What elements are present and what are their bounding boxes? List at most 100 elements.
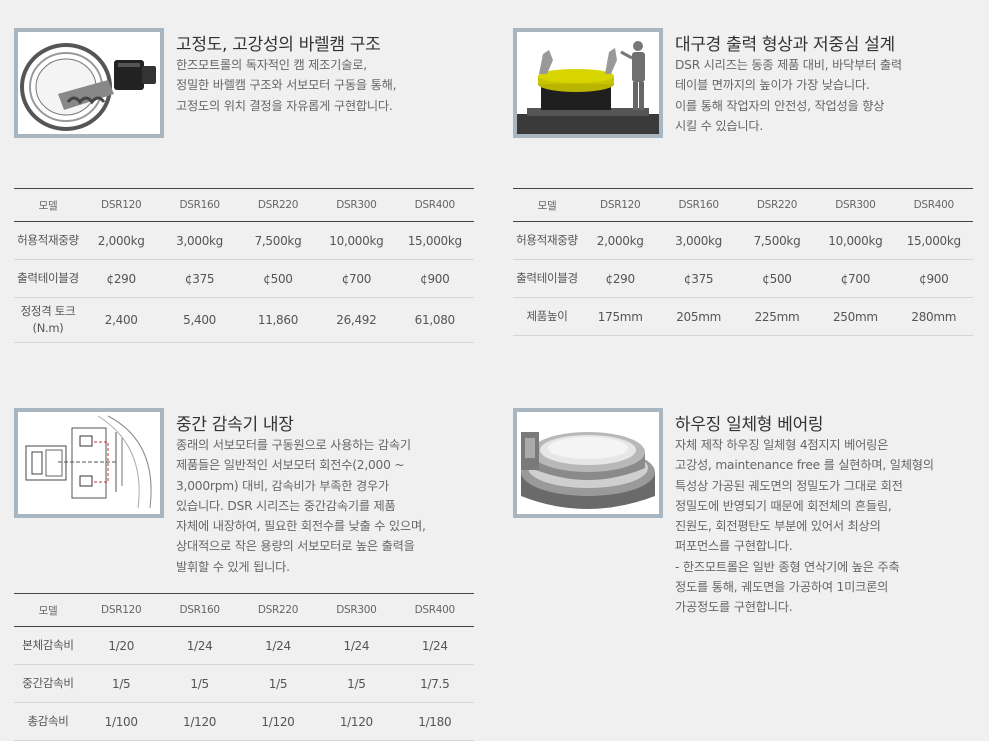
table-cell: 7,500kg bbox=[238, 221, 318, 260]
table-cell: 1/24 bbox=[317, 626, 396, 665]
table-cell: 1/24 bbox=[160, 626, 239, 665]
table-cell: 26,492 bbox=[317, 297, 396, 343]
low-table-operator-icon bbox=[513, 28, 663, 138]
column-header: DSR400 bbox=[395, 593, 474, 627]
column-header: DSR220 bbox=[238, 188, 318, 222]
housing-bearing-icon bbox=[513, 408, 663, 518]
table-cell: 280mm bbox=[894, 297, 973, 336]
table-cell: 175mm bbox=[581, 297, 660, 336]
table-cell: 1/100 bbox=[82, 702, 161, 741]
row-label: 제품높이 bbox=[513, 297, 581, 336]
table-row: 허용적재중량 2,000kg 3,000kg 7,500kg 10,000kg … bbox=[513, 221, 973, 260]
row-label: 허용적재중량 bbox=[513, 221, 581, 260]
section-title: 대구경 출력 형상과 저중심 설계 bbox=[675, 35, 895, 55]
column-header: DSR400 bbox=[894, 188, 973, 222]
table-cell: 10,000kg bbox=[816, 221, 895, 260]
table-cell: 1/180 bbox=[395, 702, 474, 741]
column-header: DSR120 bbox=[82, 593, 161, 627]
table-cell: ¢375 bbox=[659, 259, 738, 298]
row-label: 출력테이블경 bbox=[513, 259, 581, 298]
section-low-center: 대구경 출력 형상과 저중심 설계 DSR 시리즈는 동종 제품 대비, 바닥부… bbox=[513, 28, 973, 348]
table-cell: 1/20 bbox=[82, 626, 161, 665]
section-description: 한즈모트롤의 독자적인 캠 제조기술로, 정밀한 바렐캠 구조와 서보모터 구동… bbox=[176, 58, 397, 113]
section-housing-bearing: 하우징 일체형 베어링 자체 제작 하우징 일체형 4점지지 베어링은 고강성,… bbox=[513, 408, 973, 628]
table-cell: ¢700 bbox=[317, 259, 396, 298]
section-title: 중간 감속기 내장 bbox=[176, 415, 294, 435]
table-cell: 15,000kg bbox=[894, 221, 973, 260]
table-cell: 3,000kg bbox=[160, 221, 239, 260]
section-description: DSR 시리즈는 동종 제품 대비, 바닥부터 출력 테이블 면까지의 높이가 … bbox=[675, 58, 902, 133]
column-header: DSR220 bbox=[737, 188, 817, 222]
column-header: DSR220 bbox=[238, 593, 318, 627]
table-header-row: 모델 DSR120 DSR160 DSR220 DSR300 DSR400 bbox=[14, 188, 474, 222]
table-header-row: 모델 DSR120 DSR160 DSR220 DSR300 DSR400 bbox=[14, 593, 474, 627]
column-header: DSR160 bbox=[160, 593, 239, 627]
column-header: 모델 bbox=[513, 188, 581, 222]
table-cell: 1/5 bbox=[160, 664, 239, 703]
table-cell: 1/120 bbox=[317, 702, 396, 741]
table-cell: 1/7.5 bbox=[395, 664, 474, 703]
table-row: 출력테이블경 ¢290 ¢375 ¢500 ¢700 ¢900 bbox=[14, 259, 474, 298]
table-cell: 1/5 bbox=[317, 664, 396, 703]
table-cell: ¢290 bbox=[82, 259, 161, 298]
column-header: DSR400 bbox=[395, 188, 474, 222]
row-label: 허용적재중량 bbox=[14, 221, 82, 260]
row-label: 중간감속비 bbox=[14, 664, 82, 703]
column-header: DSR120 bbox=[82, 188, 161, 222]
table-cell: 2,400 bbox=[82, 297, 161, 343]
table-row: 출력테이블경 ¢290 ¢375 ¢500 ¢700 ¢900 bbox=[513, 259, 973, 298]
table-row: 중간감속비 1/5 1/5 1/5 1/5 1/7.5 bbox=[14, 664, 474, 703]
table-cell: ¢290 bbox=[581, 259, 660, 298]
table-cell: 1/24 bbox=[238, 626, 318, 665]
table-cell: 250mm bbox=[816, 297, 895, 336]
table-cell: 1/120 bbox=[238, 702, 318, 741]
row-label: 출력테이블경 bbox=[14, 259, 82, 298]
table-row: 제품높이 175mm 205mm 225mm 250mm 280mm bbox=[513, 297, 973, 336]
spec-table: 모델 DSR120 DSR160 DSR220 DSR300 DSR400 허용… bbox=[513, 188, 973, 336]
table-cell: ¢900 bbox=[395, 259, 474, 298]
section-barrel-cam: 고정도, 고강성의 바렐캠 구조 한즈모트롤의 독자적인 캠 제조기술로, 정밀… bbox=[14, 28, 474, 348]
section-description: 종래의 서보모터를 구동원으로 사용하는 감속기 제품들은 일반적인 서보모터 … bbox=[176, 438, 426, 574]
row-label: 정정격 토크 (N.m) bbox=[14, 297, 82, 343]
table-cell: ¢375 bbox=[160, 259, 239, 298]
table-cell: 5,400 bbox=[160, 297, 239, 343]
column-header: DSR300 bbox=[816, 188, 895, 222]
spec-table: 모델 DSR120 DSR160 DSR220 DSR300 DSR400 허용… bbox=[14, 188, 474, 343]
table-cell: 205mm bbox=[659, 297, 738, 336]
table-cell: 15,000kg bbox=[395, 221, 474, 260]
table-cell: ¢900 bbox=[894, 259, 973, 298]
table-header-row: 모델 DSR120 DSR160 DSR220 DSR300 DSR400 bbox=[513, 188, 973, 222]
table-cell: 1/24 bbox=[395, 626, 474, 665]
column-header: DSR160 bbox=[659, 188, 738, 222]
column-header: DSR300 bbox=[317, 188, 396, 222]
table-row: 총감속비 1/100 1/120 1/120 1/120 1/180 bbox=[14, 702, 474, 741]
table-cell: 2,000kg bbox=[82, 221, 161, 260]
section-title: 고정도, 고강성의 바렐캠 구조 bbox=[176, 35, 381, 55]
table-cell: 1/120 bbox=[160, 702, 239, 741]
column-header: DSR160 bbox=[160, 188, 239, 222]
table-cell: ¢500 bbox=[238, 259, 318, 298]
section-description: 자체 제작 하우징 일체형 4점지지 베어링은 고강성, maintenance… bbox=[675, 438, 934, 615]
row-label: 총감속비 bbox=[14, 702, 82, 741]
table-cell: 1/5 bbox=[238, 664, 318, 703]
table-row: 허용적재중량 2,000kg 3,000kg 7,500kg 10,000kg … bbox=[14, 221, 474, 260]
table-cell: 225mm bbox=[737, 297, 817, 336]
table-row: 본체감속비 1/20 1/24 1/24 1/24 1/24 bbox=[14, 626, 474, 665]
column-header: DSR300 bbox=[317, 593, 396, 627]
table-cell: 10,000kg bbox=[317, 221, 396, 260]
section-intermediate-reducer: 중간 감속기 내장 종래의 서보모터를 구동원으로 사용하는 감속기 제품들은 … bbox=[14, 408, 474, 741]
slewing-bearing-cam-icon bbox=[14, 28, 164, 138]
column-header: DSR120 bbox=[581, 188, 660, 222]
table-cell: 1/5 bbox=[82, 664, 161, 703]
table-cell: ¢700 bbox=[816, 259, 895, 298]
table-row: 정정격 토크 (N.m) 2,400 5,400 11,860 26,492 6… bbox=[14, 297, 474, 343]
column-header: 모델 bbox=[14, 593, 82, 627]
table-cell: ¢500 bbox=[737, 259, 817, 298]
table-cell: 2,000kg bbox=[581, 221, 660, 260]
table-cell: 11,860 bbox=[238, 297, 318, 343]
column-header: 모델 bbox=[14, 188, 82, 222]
table-cell: 61,080 bbox=[395, 297, 474, 343]
section-title: 하우징 일체형 베어링 bbox=[675, 415, 824, 435]
spec-table: 모델 DSR120 DSR160 DSR220 DSR300 DSR400 본체… bbox=[14, 593, 474, 741]
table-cell: 3,000kg bbox=[659, 221, 738, 260]
